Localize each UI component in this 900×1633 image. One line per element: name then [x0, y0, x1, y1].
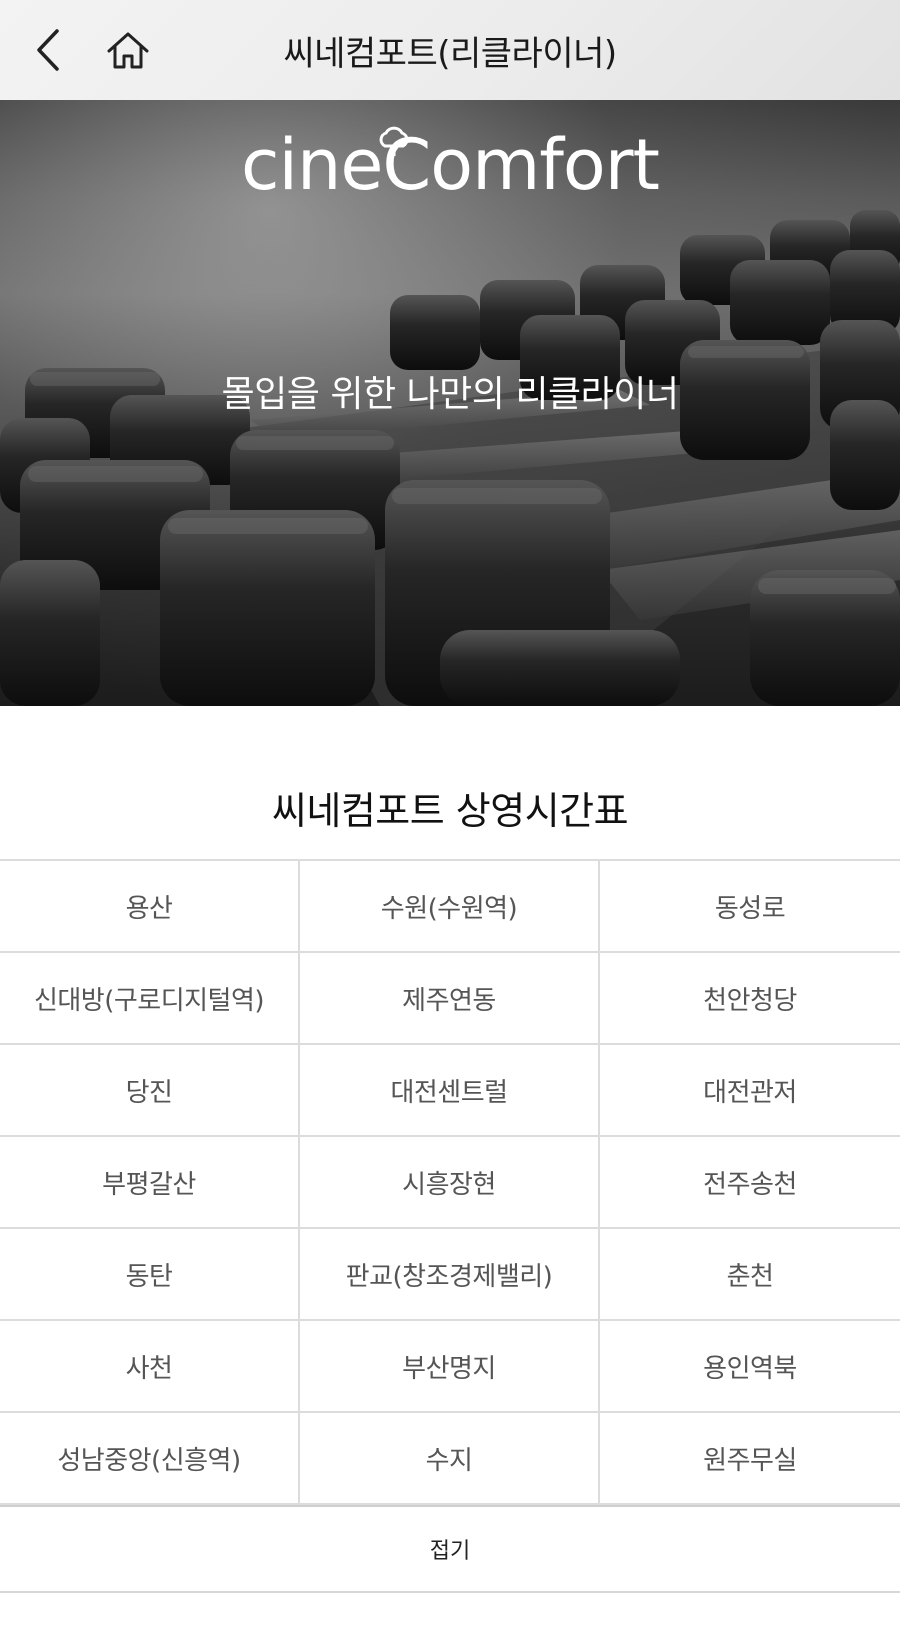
theater-link[interactable]: 원주무실	[600, 1413, 900, 1505]
theater-link[interactable]: 시흥장현	[300, 1137, 600, 1229]
brand-logo: cineComfort	[241, 126, 660, 200]
theater-link[interactable]: 대전관저	[600, 1045, 900, 1137]
hero-banner: cineComfort 몰입을 위한 나만의 리클라이너	[0, 100, 900, 706]
theater-link[interactable]: 부평갈산	[0, 1137, 300, 1229]
home-button[interactable]	[88, 0, 168, 100]
cloud-icon	[379, 126, 409, 156]
schedule-title: 씨네컴포트 상영시간표	[271, 789, 629, 833]
theater-link[interactable]: 사천	[0, 1321, 300, 1413]
theater-link[interactable]: 천안청당	[600, 953, 900, 1045]
theater-link[interactable]: 당진	[0, 1045, 300, 1137]
page-title: 씨네컴포트(리클라이너)	[283, 33, 617, 74]
collapse-button[interactable]: 접기	[0, 1505, 900, 1593]
theater-link[interactable]: 대전센트럴	[300, 1045, 600, 1137]
theater-link[interactable]: 부산명지	[300, 1321, 600, 1413]
theater-link[interactable]: 판교(창조경제밸리)	[300, 1229, 600, 1321]
theater-link[interactable]: 춘천	[600, 1229, 900, 1321]
back-button[interactable]	[8, 0, 88, 100]
tagline: 몰입을 위한 나만의 리클라이너	[221, 374, 679, 415]
chevron-left-icon	[37, 29, 59, 71]
theater-link[interactable]: 동성로	[600, 861, 900, 953]
theater-link[interactable]: 동탄	[0, 1229, 300, 1321]
theater-link[interactable]: 전주송천	[600, 1137, 900, 1229]
theater-link[interactable]: 신대방(구로디지털역)	[0, 953, 300, 1045]
brand-text: cineComfort	[241, 124, 660, 206]
theater-grid: 용산 수원(수원역) 동성로 신대방(구로디지털역) 제주연동 천안청당 당진 …	[0, 859, 900, 1505]
home-icon	[107, 32, 149, 69]
top-bar: 씨네컴포트(리클라이너)	[0, 0, 900, 100]
theater-link[interactable]: 용산	[0, 861, 300, 953]
theater-link[interactable]: 제주연동	[300, 953, 600, 1045]
theater-link[interactable]: 수지	[300, 1413, 600, 1505]
theater-link[interactable]: 성남중앙(신흥역)	[0, 1413, 300, 1505]
theater-link[interactable]: 수원(수원역)	[300, 861, 600, 953]
theater-link[interactable]: 용인역북	[600, 1321, 900, 1413]
